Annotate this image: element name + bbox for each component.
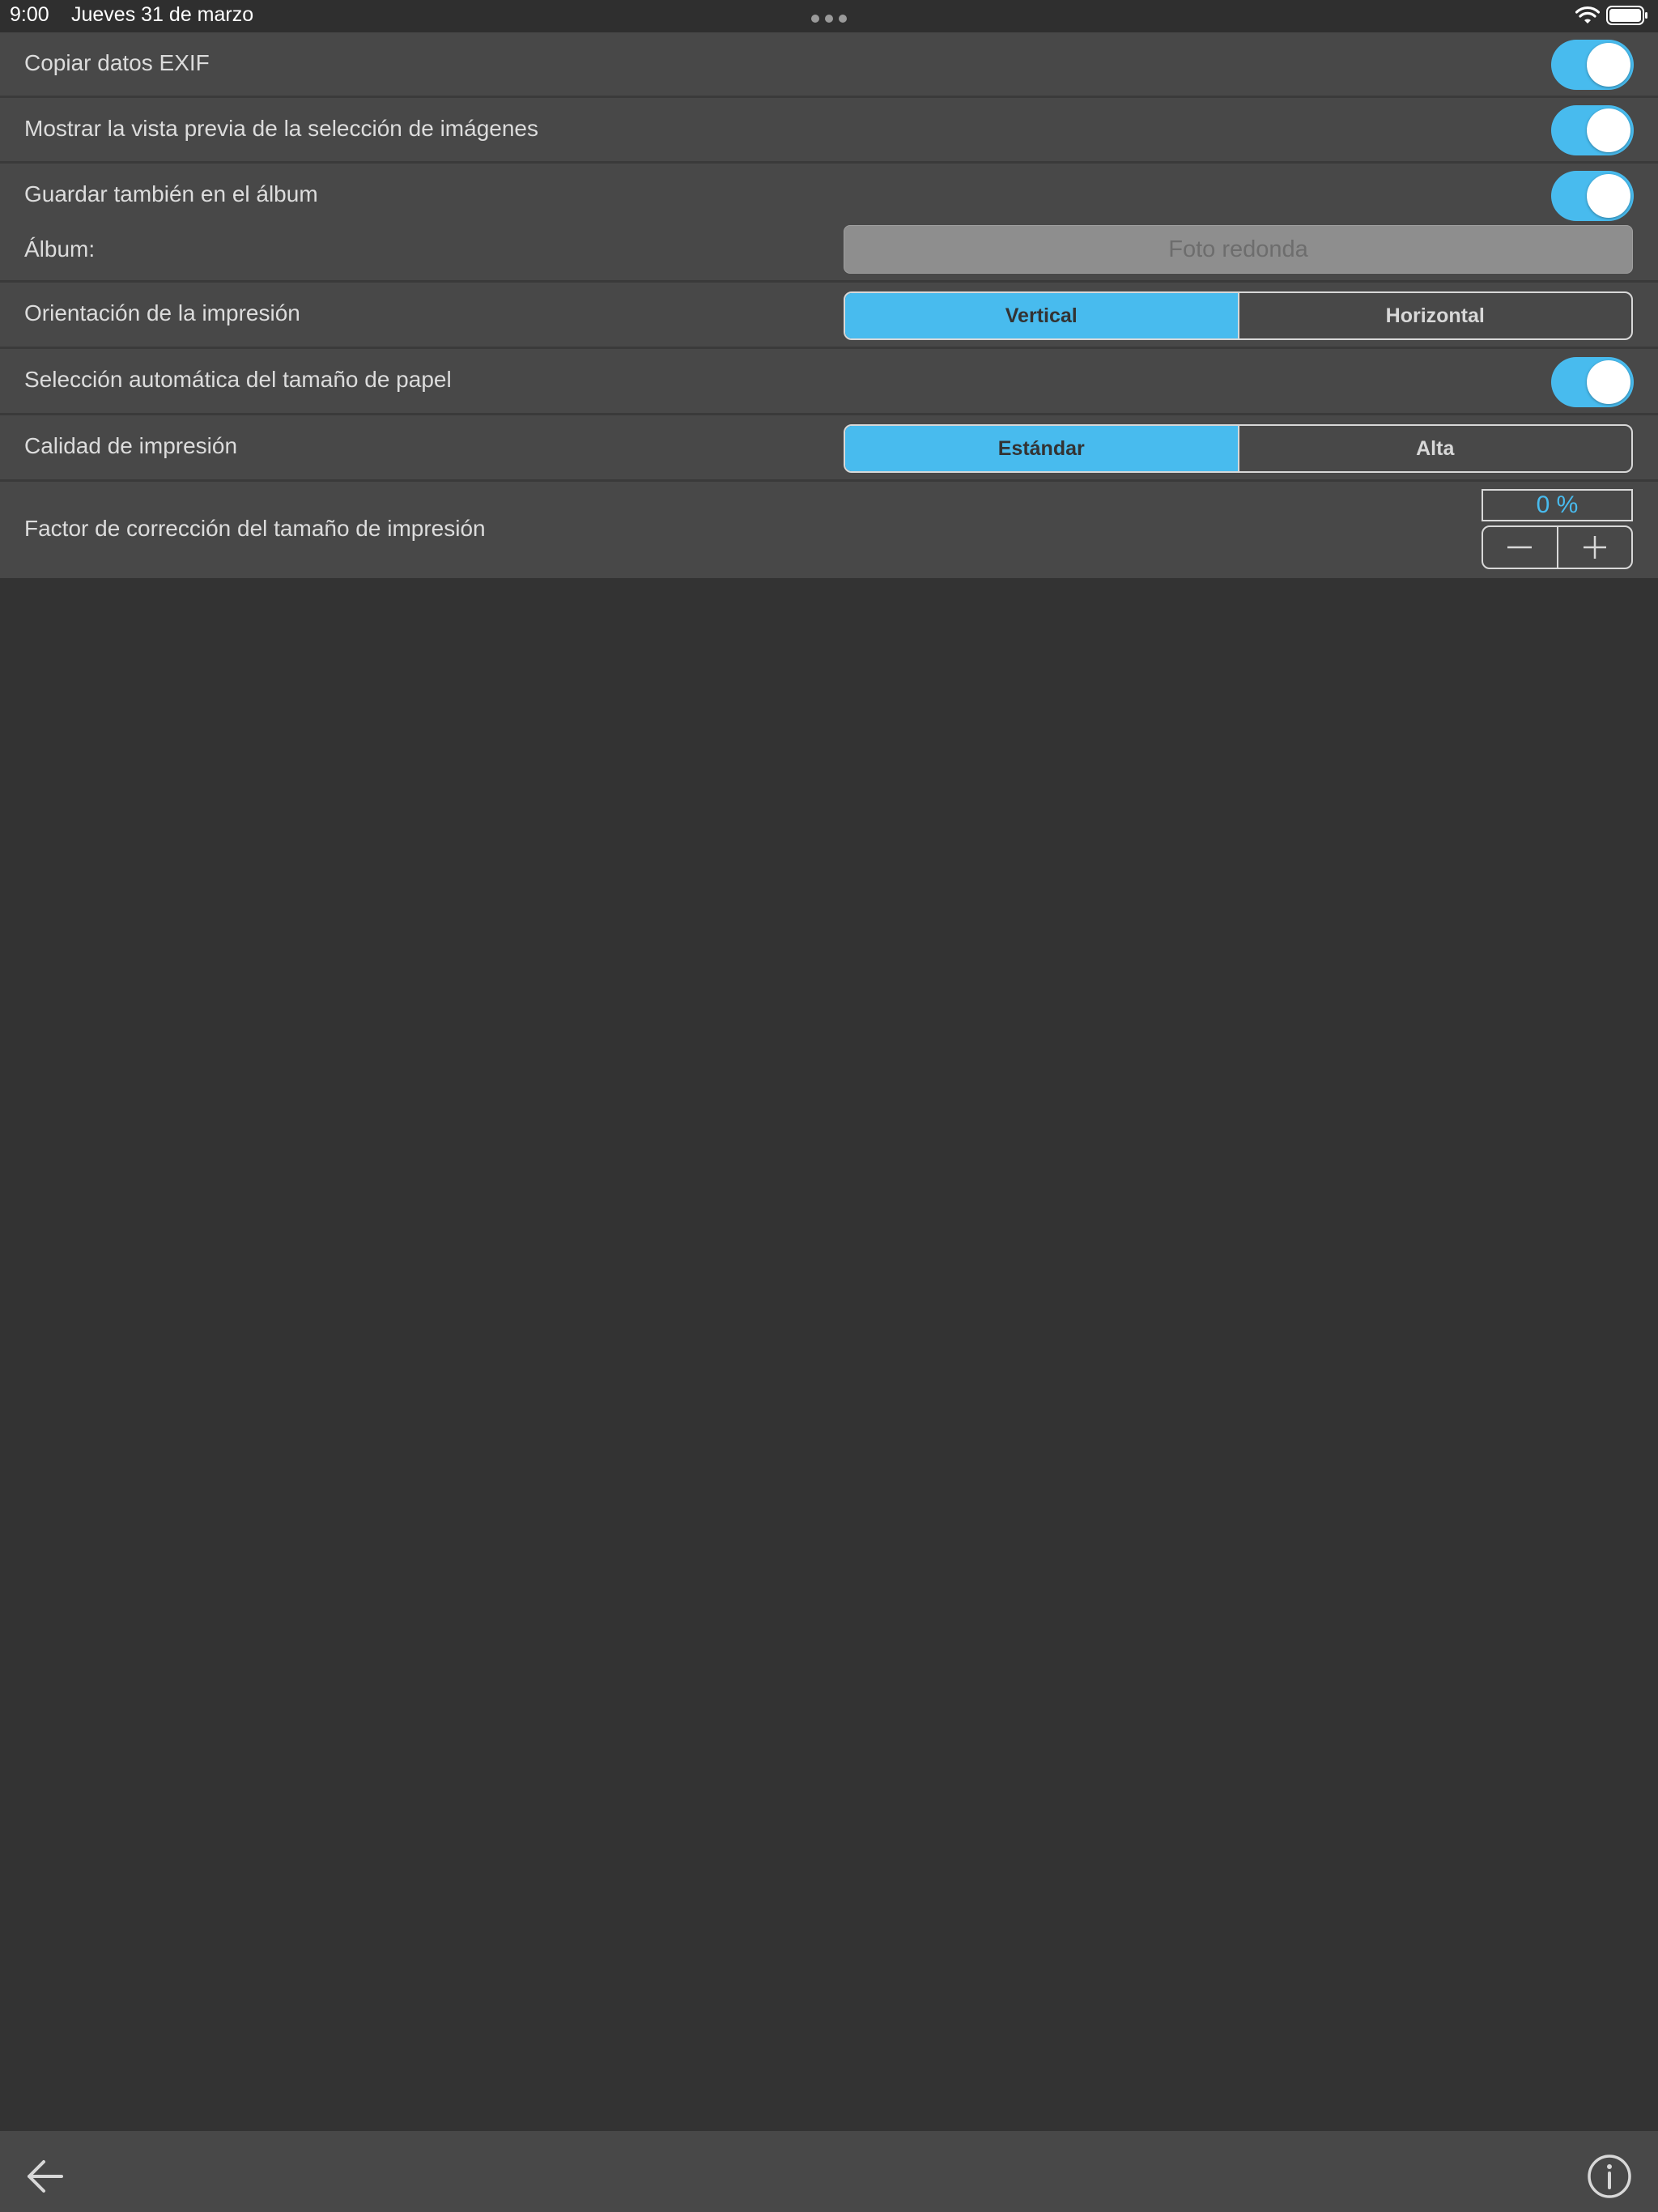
copy-exif-label: Copiar datos EXIF bbox=[24, 50, 210, 75]
row-quality: Calidad de impresión Estándar Alta bbox=[0, 415, 1658, 482]
quality-segmented-control: Estándar Alta bbox=[844, 424, 1633, 473]
save-album-toggle[interactable] bbox=[1551, 171, 1634, 221]
toggle-knob bbox=[1587, 174, 1630, 218]
plus-icon bbox=[1583, 536, 1606, 559]
row-orientation: Orientación de la impresión Vertical Hor… bbox=[0, 283, 1658, 349]
status-date: Jueves 31 de marzo bbox=[71, 3, 254, 26]
info-icon bbox=[1588, 2155, 1631, 2198]
orientation-label: Orientación de la impresión bbox=[24, 300, 300, 325]
save-album-label: Guardar también en el álbum bbox=[24, 181, 318, 206]
size-correction-label: Factor de corrección del tamaño de impre… bbox=[24, 516, 486, 541]
row-auto-paper: Selección automática del tamaño de papel bbox=[0, 349, 1658, 415]
back-button[interactable] bbox=[23, 2154, 68, 2199]
row-show-preview: Mostrar la vista previa de la selección … bbox=[0, 98, 1658, 164]
quality-standard-segment[interactable]: Estándar bbox=[845, 426, 1238, 471]
orientation-vertical-segment[interactable]: Vertical bbox=[845, 293, 1238, 338]
quality-high-segment[interactable]: Alta bbox=[1237, 426, 1632, 471]
orientation-segmented-control: Vertical Horizontal bbox=[844, 291, 1633, 340]
copy-exif-toggle[interactable] bbox=[1551, 40, 1634, 90]
show-preview-label: Mostrar la vista previa de la selección … bbox=[24, 116, 538, 141]
minus-icon bbox=[1507, 546, 1533, 549]
settings-screen: 9:00 Jueves 31 de marzo Copiar datos EXI… bbox=[0, 0, 1658, 2212]
wifi-icon bbox=[1575, 6, 1600, 23]
multitask-dots-icon[interactable] bbox=[811, 15, 847, 23]
auto-paper-toggle[interactable] bbox=[1551, 357, 1634, 407]
size-correction-stepper bbox=[1482, 525, 1633, 569]
auto-paper-label: Selección automática del tamaño de papel bbox=[24, 367, 452, 392]
size-correction-value: 0 % bbox=[1482, 489, 1633, 521]
orientation-horizontal-segment[interactable]: Horizontal bbox=[1237, 293, 1632, 338]
toggle-knob bbox=[1587, 43, 1630, 87]
album-label: Álbum: bbox=[24, 236, 96, 262]
quality-label: Calidad de impresión bbox=[24, 433, 238, 458]
show-preview-toggle[interactable] bbox=[1551, 105, 1634, 155]
status-time: 9:00 bbox=[10, 3, 49, 26]
album-name-input[interactable] bbox=[844, 225, 1633, 274]
row-save-album: Guardar también en el álbum Álbum: bbox=[0, 164, 1658, 283]
toggle-knob bbox=[1587, 360, 1630, 404]
arrow-left-icon bbox=[28, 2160, 63, 2193]
row-size-correction: Factor de corrección del tamaño de impre… bbox=[0, 482, 1658, 578]
decrement-button[interactable] bbox=[1483, 527, 1557, 568]
battery-icon bbox=[1606, 6, 1647, 25]
toggle-knob bbox=[1587, 108, 1630, 152]
info-button[interactable] bbox=[1587, 2154, 1632, 2199]
status-bar: 9:00 Jueves 31 de marzo bbox=[0, 0, 1658, 32]
increment-button[interactable] bbox=[1556, 527, 1632, 568]
row-copy-exif: Copiar datos EXIF bbox=[0, 32, 1658, 98]
bottom-toolbar bbox=[0, 2131, 1658, 2212]
